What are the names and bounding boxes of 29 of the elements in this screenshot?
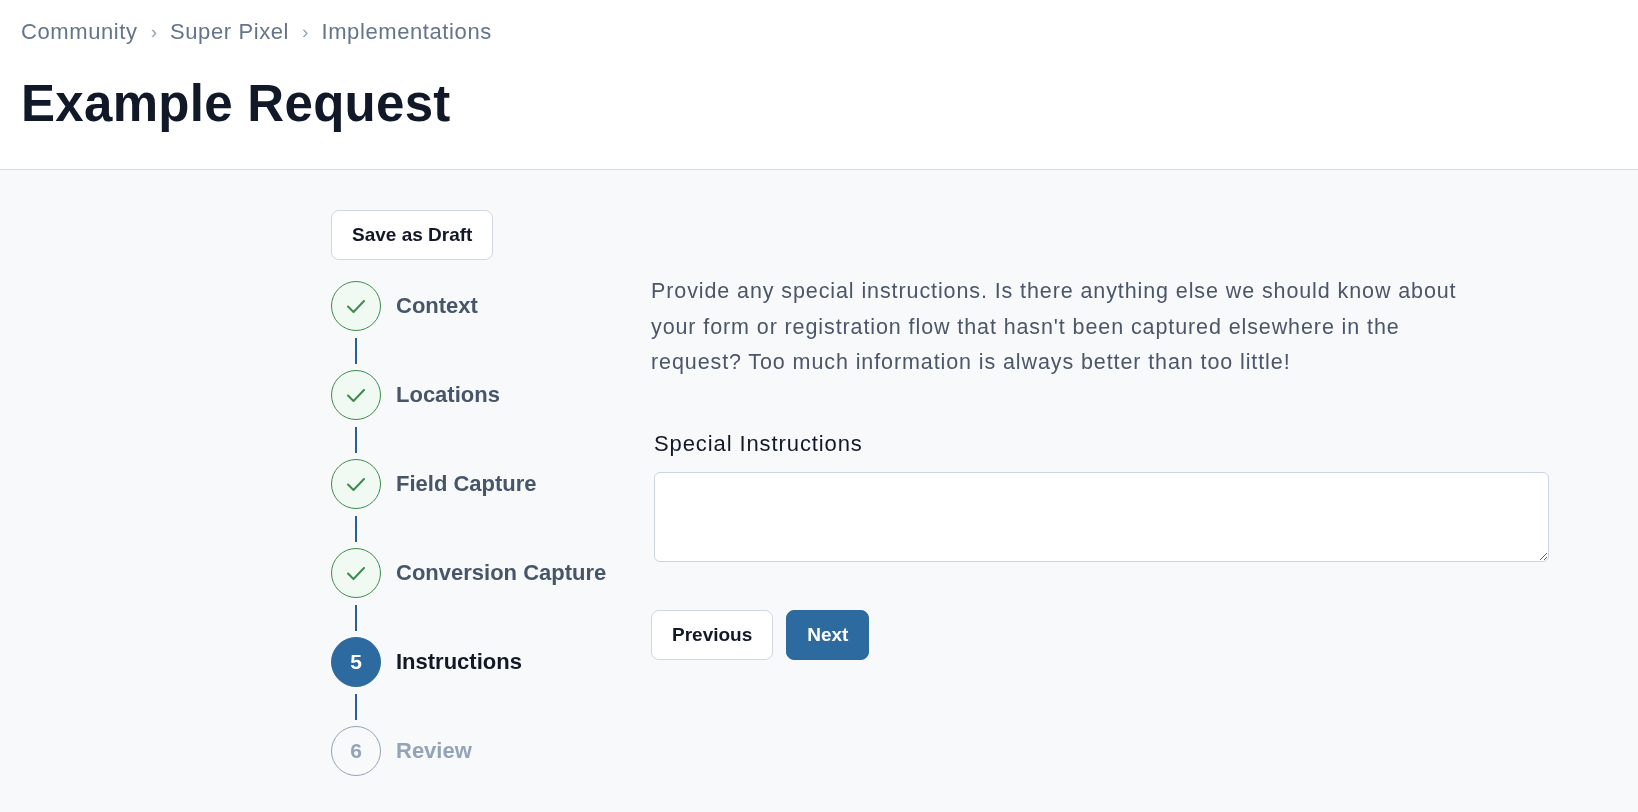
check-icon [347,566,365,580]
instructions-text: Provide any special instructions. Is there anything else we should know about your form or registration flow that hasn't been captured elsewhere in the request? Too much information is always better than too little! [651,278,1458,376]
step-label: Conversion Capture [396,560,607,586]
special-instructions-field[interactable] [654,471,1549,562]
save-draft-button[interactable]: Save as Draft [331,210,494,260]
step-connector [355,427,357,453]
step-connector [355,338,357,364]
step-label: Instructions [396,649,522,675]
step-number: 5 [331,637,381,687]
previous-button[interactable]: Previous [651,609,774,660]
breadcrumb-separator: › [150,20,157,44]
step-label: Locations [396,382,500,408]
next-button[interactable]: Next [786,609,870,660]
field-label: Special Instructions [654,430,863,457]
step-label: Field Capture [396,471,537,497]
breadcrumb-separator: › [302,20,309,44]
breadcrumb-link[interactable]: Super Pixel [170,19,290,45]
check-icon [347,477,365,491]
page-title: Example Request [21,74,451,134]
step-connector [355,694,357,720]
step-connector [355,605,357,631]
step-label: Review [396,738,472,764]
breadcrumb-link[interactable]: Implementations [321,19,492,45]
check-icon [347,299,365,313]
breadcrumb-link[interactable]: Community [21,19,138,45]
check-icon [347,388,365,402]
step-label: Context [396,293,478,319]
step-connector [355,516,357,542]
step-number: 6 [331,726,381,776]
